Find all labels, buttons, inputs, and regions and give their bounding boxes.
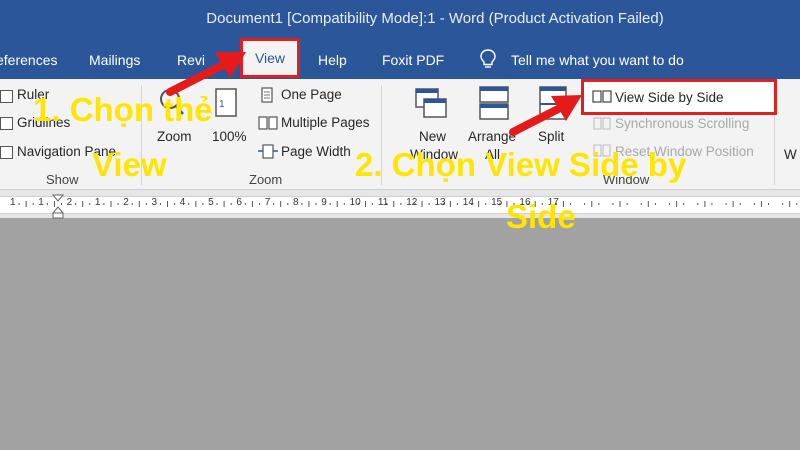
one-page-icon[interactable]: [259, 87, 275, 105]
view-side-by-side-icon: [592, 90, 612, 103]
ruler-number: 14: [462, 197, 474, 208]
tell-me-search[interactable]: Tell me what you want to do: [511, 52, 684, 68]
document-area[interactable]: [0, 219, 800, 450]
split-icon[interactable]: [538, 85, 568, 121]
svg-text:1: 1: [219, 99, 225, 110]
navigation-pane-checkbox[interactable]: [0, 146, 13, 159]
macros-partial-label[interactable]: W: [784, 147, 797, 162]
page-width-label[interactable]: Page Width: [281, 144, 351, 159]
ribbon-tab-bar: eferences Mailings Revi Help Foxit PDF T…: [0, 40, 800, 79]
ruler-number: 1: [94, 197, 101, 208]
ruler-number: 8: [293, 197, 299, 208]
ruler-number: 3: [151, 197, 158, 208]
arrange-all-icon[interactable]: [478, 85, 512, 121]
arrange-all-label-line1[interactable]: Arrange: [468, 129, 516, 144]
tab-review[interactable]: Revi: [177, 52, 205, 68]
title-bar: Document1 [Compatibility Mode]:1 - Word …: [0, 0, 800, 40]
ruler-number: 1: [10, 197, 16, 208]
show-group-label: Show: [46, 172, 79, 187]
ruler-number: 5: [208, 197, 214, 208]
ruler-number: 6: [236, 197, 242, 208]
one-page-label[interactable]: One Page: [281, 87, 342, 102]
tab-mailings[interactable]: Mailings: [89, 52, 140, 68]
page-width-icon[interactable]: [258, 143, 278, 161]
ruler-number: 7: [264, 197, 271, 208]
lightbulb-icon: [480, 49, 496, 68]
multiple-pages-icon[interactable]: [258, 115, 278, 133]
tab-help[interactable]: Help: [318, 52, 347, 68]
window-title: Document1 [Compatibility Mode]:1 - Word …: [206, 10, 664, 27]
ruler-number: 10: [349, 197, 361, 208]
zoom-group-label: Zoom: [249, 172, 283, 187]
ruler-number: 12: [406, 197, 418, 208]
step1-annotation-line1: 1. Chọn thẻ: [33, 91, 213, 128]
zoom-button-label[interactable]: Zoom: [157, 129, 192, 144]
synchronous-scrolling-icon: [593, 117, 611, 130]
ruler-number: 13: [434, 197, 446, 208]
step1-annotation-line2: View: [92, 146, 167, 183]
tab-view[interactable]: View: [240, 38, 300, 78]
gridlines-checkbox[interactable]: [0, 117, 13, 130]
tab-references[interactable]: eferences: [0, 52, 57, 68]
ruler-number: 2: [123, 197, 129, 208]
ruler-checkbox[interactable]: [0, 90, 13, 103]
tab-foxit-pdf[interactable]: Foxit PDF: [382, 52, 444, 68]
view-side-by-side-button[interactable]: View Side by Side: [581, 79, 777, 115]
new-window-icon[interactable]: [414, 85, 450, 121]
hundred-percent-label[interactable]: 100%: [212, 129, 247, 144]
indent-marker-icon[interactable]: [52, 194, 64, 220]
multiple-pages-label[interactable]: Multiple Pages: [281, 115, 370, 130]
ruler-number: 1: [38, 197, 44, 208]
hundred-percent-icon[interactable]: 1: [213, 87, 241, 121]
ruler-number: 4: [179, 197, 186, 208]
new-window-label-line1[interactable]: New: [419, 129, 446, 144]
step2-annotation-line1: 2. Chọn View Side by: [355, 146, 687, 183]
ruler-number: 15: [491, 197, 503, 208]
split-label[interactable]: Split: [538, 129, 564, 144]
ruler-number: 9: [321, 197, 327, 208]
ruler-number: 11: [377, 197, 389, 208]
step2-annotation-line2: Side: [506, 198, 576, 235]
synchronous-scrolling-label: Synchronous Scrolling: [615, 116, 750, 131]
ruler-number: 2: [66, 197, 73, 208]
ruler-ticks: [18, 201, 798, 207]
view-side-by-side-label: View Side by Side: [615, 90, 724, 105]
